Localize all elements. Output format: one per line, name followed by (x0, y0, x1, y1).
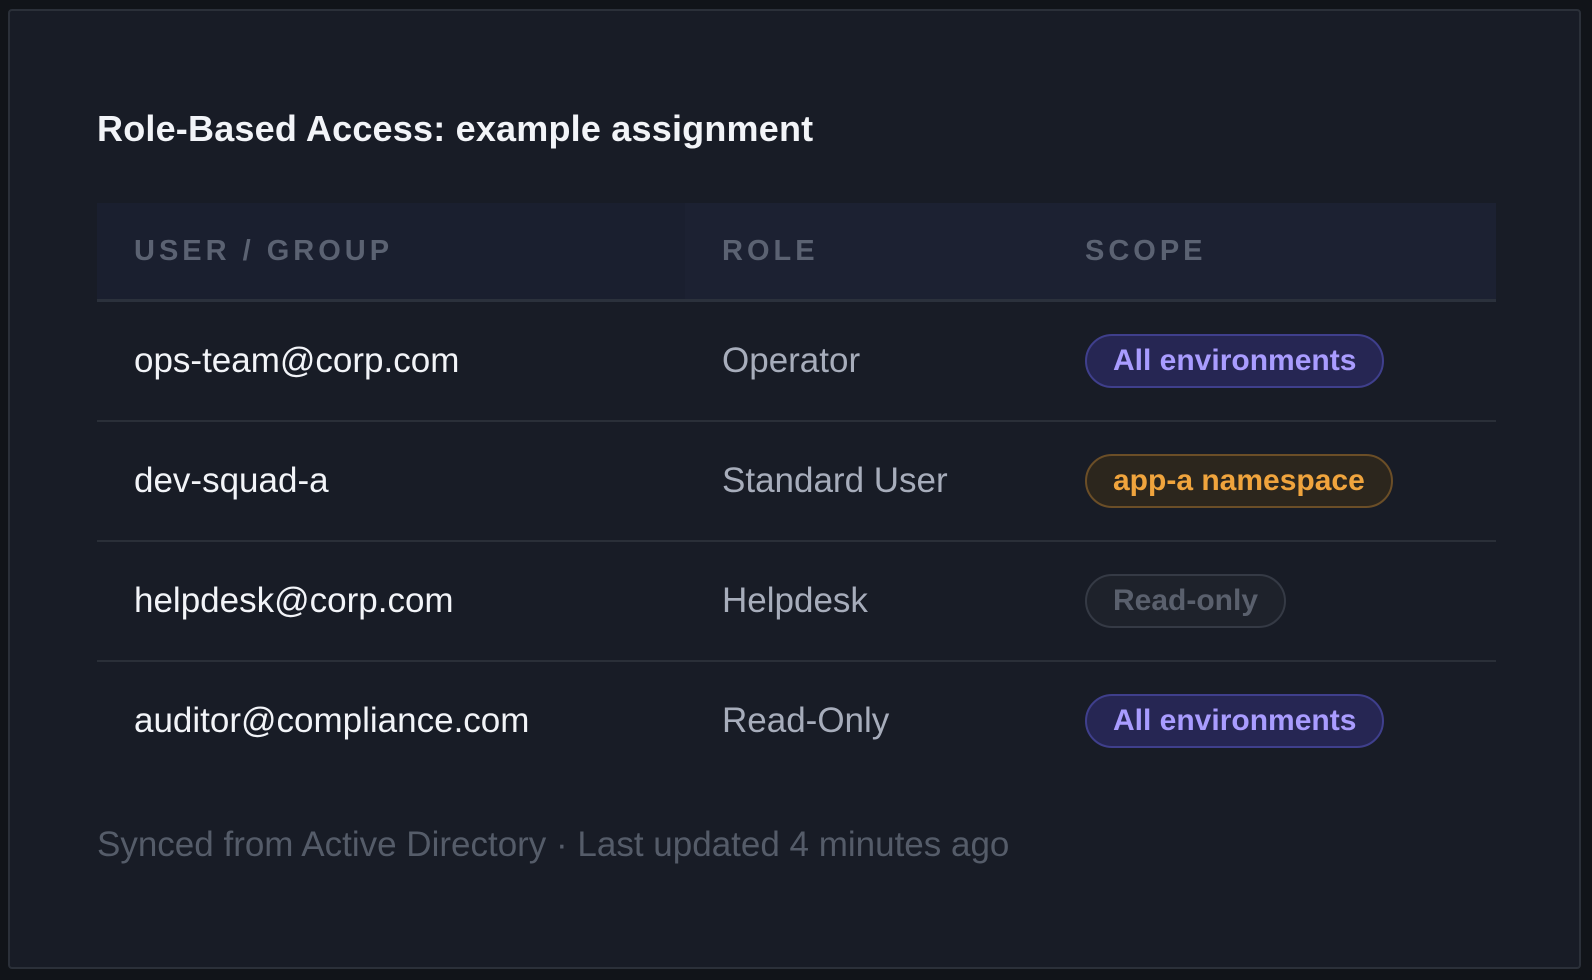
scope-badge: All environments (1085, 334, 1385, 388)
column-header-user-group: USER / GROUP (97, 203, 685, 302)
user-cell: ops-team@corp.com (97, 300, 685, 422)
scope-badge: app-a namespace (1085, 454, 1393, 508)
column-header-role: ROLE (685, 203, 1048, 302)
role-cell: Helpdesk (685, 541, 1048, 662)
assignment-table: USER / GROUP ROLE SCOPE ops-team@corp.co… (97, 203, 1496, 780)
role-cell: Standard User (685, 421, 1048, 542)
role-cell: Operator (685, 300, 1048, 422)
table-header-row: USER / GROUP ROLE SCOPE (97, 203, 1496, 302)
table-row: helpdesk@corp.com Helpdesk Read-only (97, 541, 1496, 662)
role-cell: Read-Only (722, 701, 890, 740)
card-title: Role-Based Access: example assignment (97, 108, 814, 149)
table-body: ops-team@corp.com Operator All environme… (97, 300, 1496, 781)
scope-badge: All environments (1085, 694, 1385, 748)
table-row: ops-team@corp.com Operator All environme… (97, 300, 1496, 422)
table-row: auditor@compliance.com Read-Only All env… (97, 661, 1496, 780)
assignment-table-wrapper: USER / GROUP ROLE SCOPE ops-team@corp.co… (97, 203, 1496, 780)
scope-badge: Read-only (1085, 574, 1287, 628)
user-cell: auditor@compliance.com (134, 701, 530, 740)
sync-status-footer: Synced from Active Directory · Last upda… (97, 825, 1010, 864)
table-row: dev-squad-a Standard User app-a namespac… (97, 421, 1496, 542)
table-header: USER / GROUP ROLE SCOPE (97, 203, 1496, 302)
user-cell: dev-squad-a (97, 421, 685, 542)
scope-cell: All environments (1048, 661, 1496, 780)
scope-cell: Read-only (1048, 541, 1496, 662)
column-header-scope: SCOPE (1048, 203, 1496, 302)
user-cell: helpdesk@corp.com (97, 541, 685, 662)
scope-cell: app-a namespace (1048, 421, 1496, 542)
scope-cell: All environments (1048, 300, 1496, 422)
rbac-card: Role-Based Access: example assignment US… (8, 9, 1581, 969)
